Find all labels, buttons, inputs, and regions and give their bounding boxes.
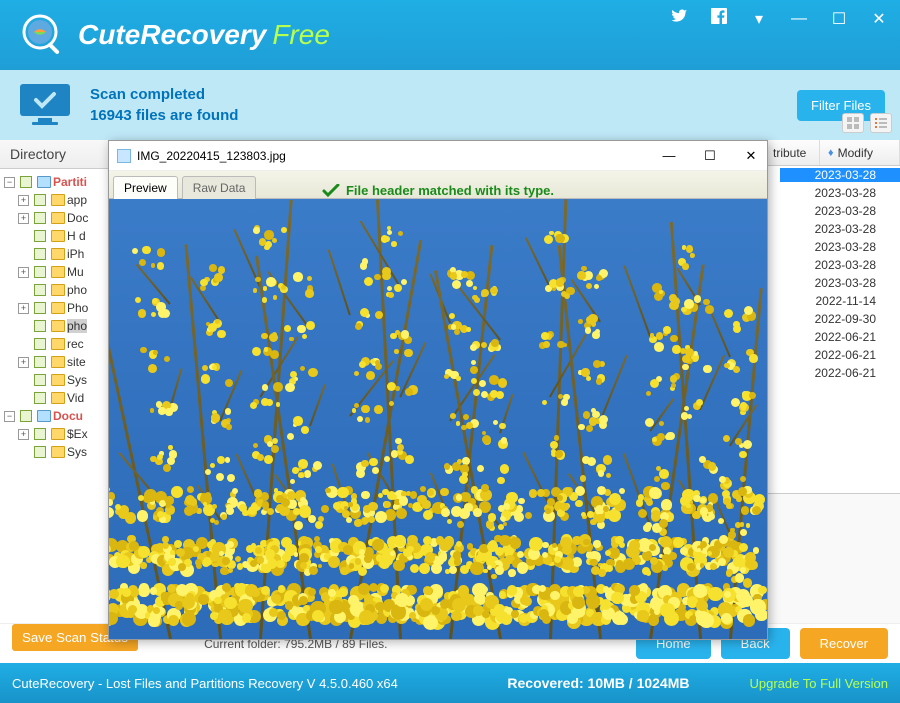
preview-window: IMG_20220415_123803.jpg ― ☐ ✕ Preview Ra… [108,140,768,640]
upgrade-link[interactable]: Upgrade To Full Version [749,676,888,691]
twitter-icon[interactable] [670,8,688,29]
monitor-check-icon [15,80,75,130]
footer-version: CuteRecovery - Lost Files and Partitions… [12,676,398,691]
maximize-icon[interactable]: ☐ [830,9,848,29]
app-title-suffix: Free [272,19,330,51]
raw-data-tab[interactable]: Raw Data [182,176,257,199]
preview-tab[interactable]: Preview [113,176,178,199]
image-file-icon [117,149,131,163]
preview-status: File header matched with its type. [322,183,554,198]
facebook-icon[interactable] [710,8,728,29]
recover-button[interactable]: Recover [800,628,888,659]
app-titlebar: CuteRecovery Free ▾ — ☐ ✕ [0,0,900,70]
preview-close-icon[interactable]: ✕ [743,148,759,164]
column-modify[interactable]: ♦Modify [820,140,900,165]
scan-count-text: 16943 files are found [90,107,238,124]
preview-maximize-icon[interactable]: ☐ [702,148,718,164]
footer: CuteRecovery - Lost Files and Partitions… [0,663,900,703]
app-logo-icon [20,12,66,58]
app-title: CuteRecovery [78,19,266,51]
dropdown-icon[interactable]: ▾ [750,9,768,29]
grid-view-icon[interactable] [842,113,864,133]
footer-recovered: Recovered: 10MB / 1024MB [507,675,689,691]
close-icon[interactable]: ✕ [870,9,888,29]
preview-minimize-icon[interactable]: ― [661,148,677,164]
scan-status-text: Scan completed [90,86,238,103]
list-view-icon[interactable] [870,113,892,133]
preview-image [109,199,767,639]
preview-titlebar[interactable]: IMG_20220415_123803.jpg ― ☐ ✕ [109,141,767,171]
column-attribute[interactable]: tribute [765,140,820,165]
scan-banner: Scan completed 16943 files are found Fil… [0,70,900,140]
minimize-icon[interactable]: — [790,10,808,28]
preview-title: IMG_20220415_123803.jpg [137,149,286,163]
